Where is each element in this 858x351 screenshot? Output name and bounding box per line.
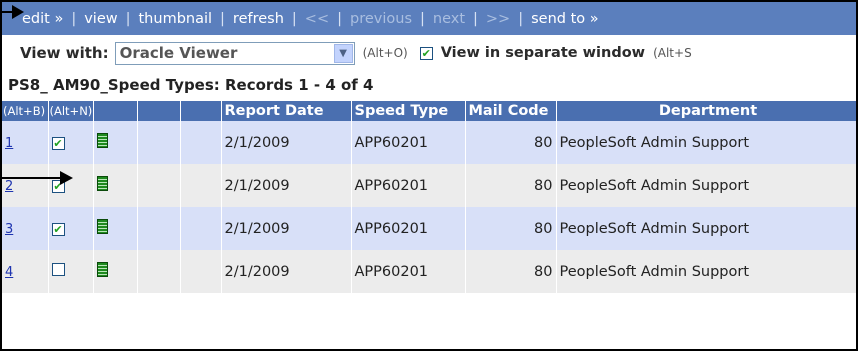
table-header-row: (Alt+B) (Alt+N) Report Date Speed Type M… [2, 101, 856, 121]
toolbar-previous: previous [350, 10, 412, 27]
separate-window-checkbox[interactable]: ✔ [419, 46, 433, 60]
report-date-cell: 2/1/2009 [221, 250, 352, 293]
table-row: 3 ✔ 2/1/2009 APP60201 80 PeopleSoft Admi… [2, 207, 856, 250]
col-header-report-date[interactable]: Report Date [221, 101, 352, 121]
empty-cell [137, 250, 181, 293]
col-header-alt-b[interactable]: (Alt+B) [2, 101, 49, 121]
callout-arrow-icon [60, 171, 73, 185]
row-select-cell: ✔ [48, 121, 94, 164]
report-date-cell: 2/1/2009 [221, 121, 352, 164]
row-icon-cell [93, 250, 138, 293]
row-link[interactable]: 3 [5, 222, 13, 237]
toolbar-edit[interactable]: edit » [22, 11, 63, 27]
view-with-label: View with: [20, 44, 109, 62]
empty-cell [137, 207, 181, 250]
separate-window-hotkey: (Alt+S [653, 46, 692, 60]
toolbar-separator: | [125, 10, 131, 27]
empty-cell [180, 250, 222, 293]
row-select-cell: ✔ [48, 207, 94, 250]
toolbar-view[interactable]: view [84, 11, 117, 27]
row-link[interactable]: 1 [5, 136, 13, 151]
report-icon[interactable] [96, 176, 108, 191]
col-header-mail-code[interactable]: Mail Code [465, 101, 557, 121]
row-link[interactable]: 2 [5, 179, 13, 194]
results-table: (Alt+B) (Alt+N) Report Date Speed Type M… [2, 101, 856, 293]
toolbar-separator: | [71, 10, 77, 27]
department-cell: PeopleSoft Admin Support [556, 164, 856, 207]
table-row: 2 ✔ 2/1/2009 APP60201 80 PeopleSoft Admi… [2, 164, 856, 207]
row-link-cell: 4 [2, 250, 49, 293]
browser-frame: edit » | view | thumbnail | refresh | <<… [0, 0, 858, 351]
col-header-blank [137, 101, 181, 121]
row-link-cell: 1 [2, 121, 49, 164]
toolbar-separator: | [473, 10, 478, 27]
empty-cell [137, 121, 181, 164]
toolbar-separator: | [291, 10, 297, 27]
report-date-cell: 2/1/2009 [221, 164, 352, 207]
report-date-cell: 2/1/2009 [221, 207, 352, 250]
empty-cell [180, 207, 222, 250]
row-icon-cell [93, 207, 138, 250]
viewer-select-value: Oracle Viewer [119, 44, 238, 62]
toolbar-last: >> [485, 10, 511, 27]
separate-window-label: View in separate window [440, 45, 646, 61]
toolbar-separator: | [220, 10, 225, 27]
toolbar-thumbnail[interactable]: thumbnail [139, 11, 213, 27]
callout-arrow-line [0, 177, 64, 179]
speed-type-cell: APP60201 [351, 121, 466, 164]
row-checkbox[interactable]: ✔ [51, 222, 65, 236]
mail-code-cell: 80 [465, 121, 557, 164]
speed-type-cell: APP60201 [351, 250, 466, 293]
callout-arrow-icon [12, 5, 24, 19]
empty-cell [180, 121, 222, 164]
toolbar-send-to[interactable]: send to » [531, 11, 599, 27]
department-cell: PeopleSoft Admin Support [556, 207, 856, 250]
mail-code-cell: 80 [465, 164, 557, 207]
report-icon[interactable] [96, 262, 108, 277]
department-cell: PeopleSoft Admin Support [556, 121, 856, 164]
view-with-row: View with: Oracle Viewer ▼ (Alt+O) ✔ Vie… [20, 38, 692, 68]
row-icon-cell [93, 164, 138, 207]
empty-cell [137, 164, 181, 207]
row-checkbox-unchecked[interactable] [51, 263, 65, 276]
viewer-select[interactable]: Oracle Viewer ▼ [114, 41, 355, 65]
mail-code-cell: 80 [465, 250, 557, 293]
col-header-department[interactable]: Department [556, 101, 856, 121]
speed-type-cell: APP60201 [351, 164, 466, 207]
toolbar-separator: | [420, 10, 425, 27]
report-icon[interactable] [96, 219, 108, 234]
chevron-down-icon[interactable]: ▼ [333, 43, 353, 63]
toolbar-separator: | [337, 10, 342, 27]
row-select-cell [48, 250, 94, 293]
table-row: 4 2/1/2009 APP60201 80 PeopleSoft Admin … [2, 250, 856, 293]
col-header-blank [93, 101, 138, 121]
row-link-cell: 2 [2, 164, 49, 207]
department-cell: PeopleSoft Admin Support [556, 250, 856, 293]
viewer-hotkey: (Alt+O) [362, 46, 408, 60]
col-header-speed-type[interactable]: Speed Type [351, 101, 466, 121]
col-header-alt-n[interactable]: (Alt+N) [48, 101, 94, 121]
speed-type-cell: APP60201 [351, 207, 466, 250]
mail-code-cell: 80 [465, 207, 557, 250]
report-icon[interactable] [96, 133, 108, 148]
row-link-cell: 3 [2, 207, 49, 250]
records-summary: PS8_ AM90_Speed Types: Records 1 - 4 of … [8, 76, 374, 94]
row-checkbox[interactable]: ✔ [51, 136, 65, 150]
table-row: 1 ✔ 2/1/2009 APP60201 80 PeopleSoft Admi… [2, 121, 856, 164]
toolbar-next: next [432, 10, 466, 27]
row-link[interactable]: 4 [5, 265, 13, 280]
toolbar: edit » | view | thumbnail | refresh | <<… [2, 2, 856, 35]
toolbar-refresh[interactable]: refresh [233, 11, 284, 27]
toolbar-separator: | [518, 10, 524, 27]
empty-cell [180, 164, 222, 207]
col-header-blank [180, 101, 222, 121]
row-icon-cell [93, 121, 138, 164]
toolbar-first: << [304, 10, 330, 27]
